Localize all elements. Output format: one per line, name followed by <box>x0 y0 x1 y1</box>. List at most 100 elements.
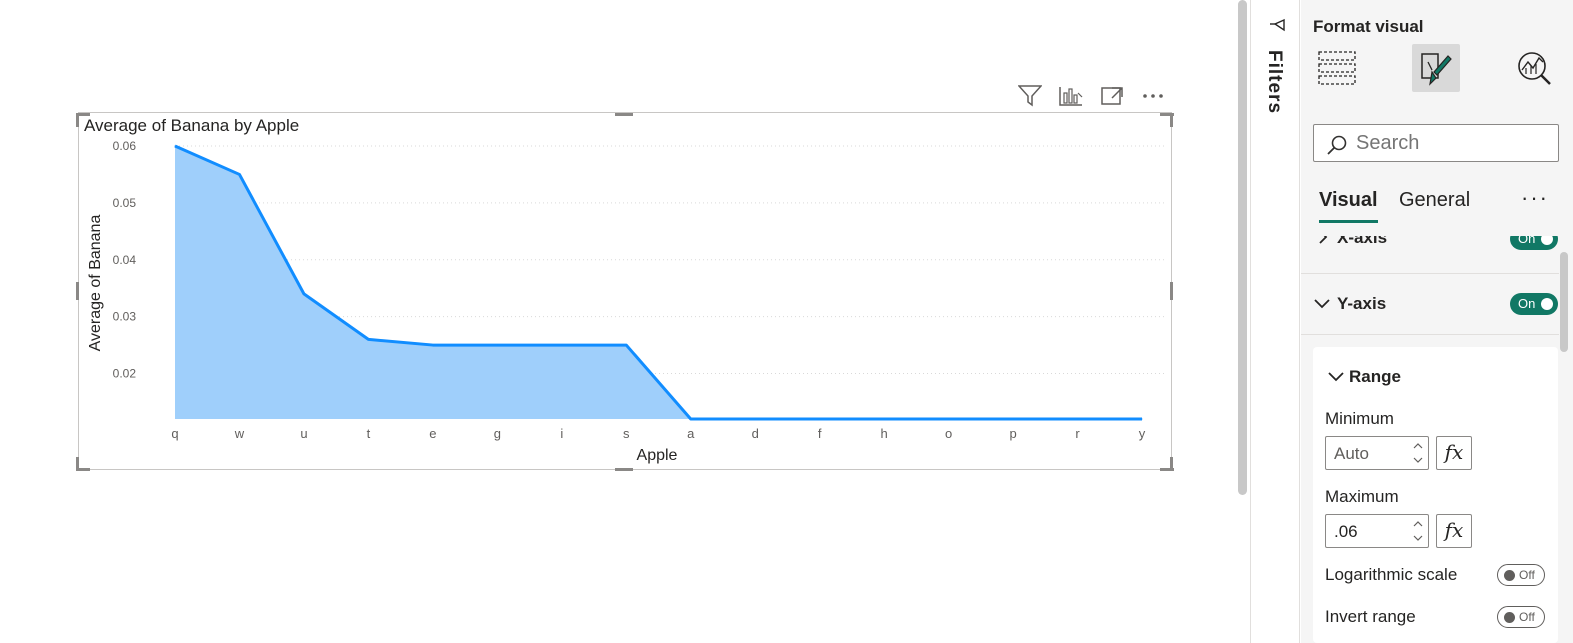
chevron-down-icon[interactable] <box>1327 369 1345 385</box>
tab-general[interactable]: General <box>1399 189 1470 212</box>
x-axis-toggle-text: On <box>1518 236 1536 246</box>
maximum-input[interactable] <box>1334 521 1412 543</box>
data-point <box>1012 418 1014 420</box>
range-card: Range Minimum fx Maximum fx Logarithmic … <box>1313 347 1558 643</box>
x-tick-label: h <box>881 426 888 441</box>
invert-range-label: Invert range <box>1325 607 1416 626</box>
x-tick-label: g <box>494 426 501 441</box>
format-pane: Format visual Visual General ··· X-axis … <box>1301 0 1573 643</box>
data-point <box>174 145 176 147</box>
data-point <box>496 344 498 346</box>
search-field[interactable] <box>1313 124 1559 162</box>
data-point <box>754 418 756 420</box>
y-tick-label: 0.02 <box>113 367 137 381</box>
stepper-arrows-icon[interactable] <box>1412 517 1424 545</box>
y-tick-label: 0.06 <box>113 139 137 153</box>
resize-handle-bottom[interactable] <box>615 468 633 471</box>
pane-scrollbar[interactable] <box>1560 252 1568 352</box>
toggle-knob <box>1541 298 1553 310</box>
invert-range-toggle[interactable]: Off <box>1497 606 1545 628</box>
tab-active-indicator <box>1319 220 1378 223</box>
resize-handle-tl-v[interactable] <box>76 113 79 127</box>
scrollbar-thumb[interactable] <box>1238 0 1247 495</box>
x-tick-label: w <box>234 426 245 441</box>
toggle-knob <box>1504 570 1515 581</box>
x-tick-label: u <box>300 426 307 441</box>
minimum-fx-button[interactable]: fx <box>1436 436 1472 470</box>
filters-pane-collapsed[interactable]: Filters <box>1251 0 1300 643</box>
data-point <box>690 418 692 420</box>
y-axis-label: Y-axis <box>1337 294 1387 313</box>
section-x-axis[interactable]: X-axis On <box>1301 236 1559 274</box>
toggle-knob <box>1504 612 1515 623</box>
range-label[interactable]: Range <box>1349 367 1401 387</box>
resize-handle-left[interactable] <box>76 282 79 300</box>
chart-plot: 0.06 0.05 0.04 0.03 0.02 q w u t e g i s a d f h o p r y Appl… <box>87 139 1164 464</box>
data-point <box>238 173 240 175</box>
maximum-stepper[interactable] <box>1325 514 1429 548</box>
y-tick-label: 0.03 <box>113 310 137 324</box>
log-toggle-text: Off <box>1519 568 1535 582</box>
data-point <box>883 418 885 420</box>
data-point <box>367 338 369 340</box>
resize-handle-top[interactable] <box>615 113 633 116</box>
x-tick-label: y <box>1139 426 1146 441</box>
data-point <box>432 344 434 346</box>
logarithmic-scale-label: Logarithmic scale <box>1325 565 1458 584</box>
build-visual-icon[interactable] <box>1313 44 1361 92</box>
analytics-icon[interactable] <box>1510 44 1558 92</box>
filter-icon[interactable] <box>1017 84 1043 108</box>
pane-title: Format visual <box>1313 17 1424 36</box>
x-axis-title: Apple <box>637 447 678 464</box>
x-axis-toggle[interactable]: On <box>1510 236 1558 250</box>
filters-label[interactable]: Filters <box>1263 50 1285 114</box>
drill-icon[interactable] <box>1058 84 1084 108</box>
x-tick-label: s <box>623 426 630 441</box>
data-point <box>1141 418 1143 420</box>
chevron-down-icon <box>1314 299 1330 309</box>
x-tick-label: o <box>945 426 952 441</box>
area-chart-visual[interactable]: Average of Banana by Apple 0.06 0.05 0.04 0… <box>78 112 1172 470</box>
maximum-label: Maximum <box>1325 487 1399 506</box>
data-point <box>948 418 950 420</box>
search-input[interactable] <box>1356 131 1546 155</box>
tab-general-label: General <box>1399 189 1471 211</box>
maximum-fx-button[interactable]: fx <box>1436 514 1472 548</box>
x-tick-label: f <box>818 426 822 441</box>
minimum-input[interactable] <box>1334 443 1412 465</box>
minimum-label: Minimum <box>1325 409 1394 428</box>
x-tick-label: i <box>560 426 563 441</box>
y-axis-title: Average of Banana <box>87 215 104 352</box>
stepper-arrows-icon[interactable] <box>1412 439 1424 467</box>
data-point <box>819 418 821 420</box>
x-tick-label: r <box>1075 426 1080 441</box>
area-fill <box>175 146 1142 419</box>
x-tick-label: q <box>171 426 178 441</box>
y-axis-toggle-text: On <box>1518 296 1536 311</box>
x-tick-label: e <box>429 426 436 441</box>
focus-mode-icon[interactable] <box>1099 84 1125 108</box>
canvas-scrollbar[interactable] <box>1236 0 1250 643</box>
format-visual-icon[interactable] <box>1412 44 1460 92</box>
x-tick-label: a <box>687 426 695 441</box>
more-options-button[interactable]: ··· <box>1521 185 1549 211</box>
resize-handle-br-v[interactable] <box>1170 457 1173 471</box>
data-point <box>625 344 627 346</box>
resize-handle-right[interactable] <box>1170 282 1173 300</box>
chevron-right-icon <box>1319 236 1328 244</box>
section-y-axis[interactable]: Y-axis On <box>1301 275 1559 335</box>
search-icon <box>1327 135 1347 155</box>
x-tick-label: t <box>367 426 371 441</box>
y-tick-label: 0.04 <box>113 253 137 267</box>
y-axis-toggle[interactable]: On <box>1510 293 1558 315</box>
resize-handle-bl-v[interactable] <box>76 457 79 471</box>
x-tick-label: p <box>1009 426 1016 441</box>
resize-handle-tr-v[interactable] <box>1170 113 1173 127</box>
tab-visual[interactable]: Visual <box>1319 189 1378 223</box>
more-options-icon[interactable] <box>1140 84 1166 108</box>
logarithmic-scale-toggle[interactable]: Off <box>1497 564 1545 586</box>
x-tick-label: d <box>752 426 759 441</box>
data-point <box>561 344 563 346</box>
report-canvas: Average of Banana by Apple 0.06 0.05 0.04 0… <box>0 0 1236 643</box>
minimum-stepper[interactable] <box>1325 436 1429 470</box>
